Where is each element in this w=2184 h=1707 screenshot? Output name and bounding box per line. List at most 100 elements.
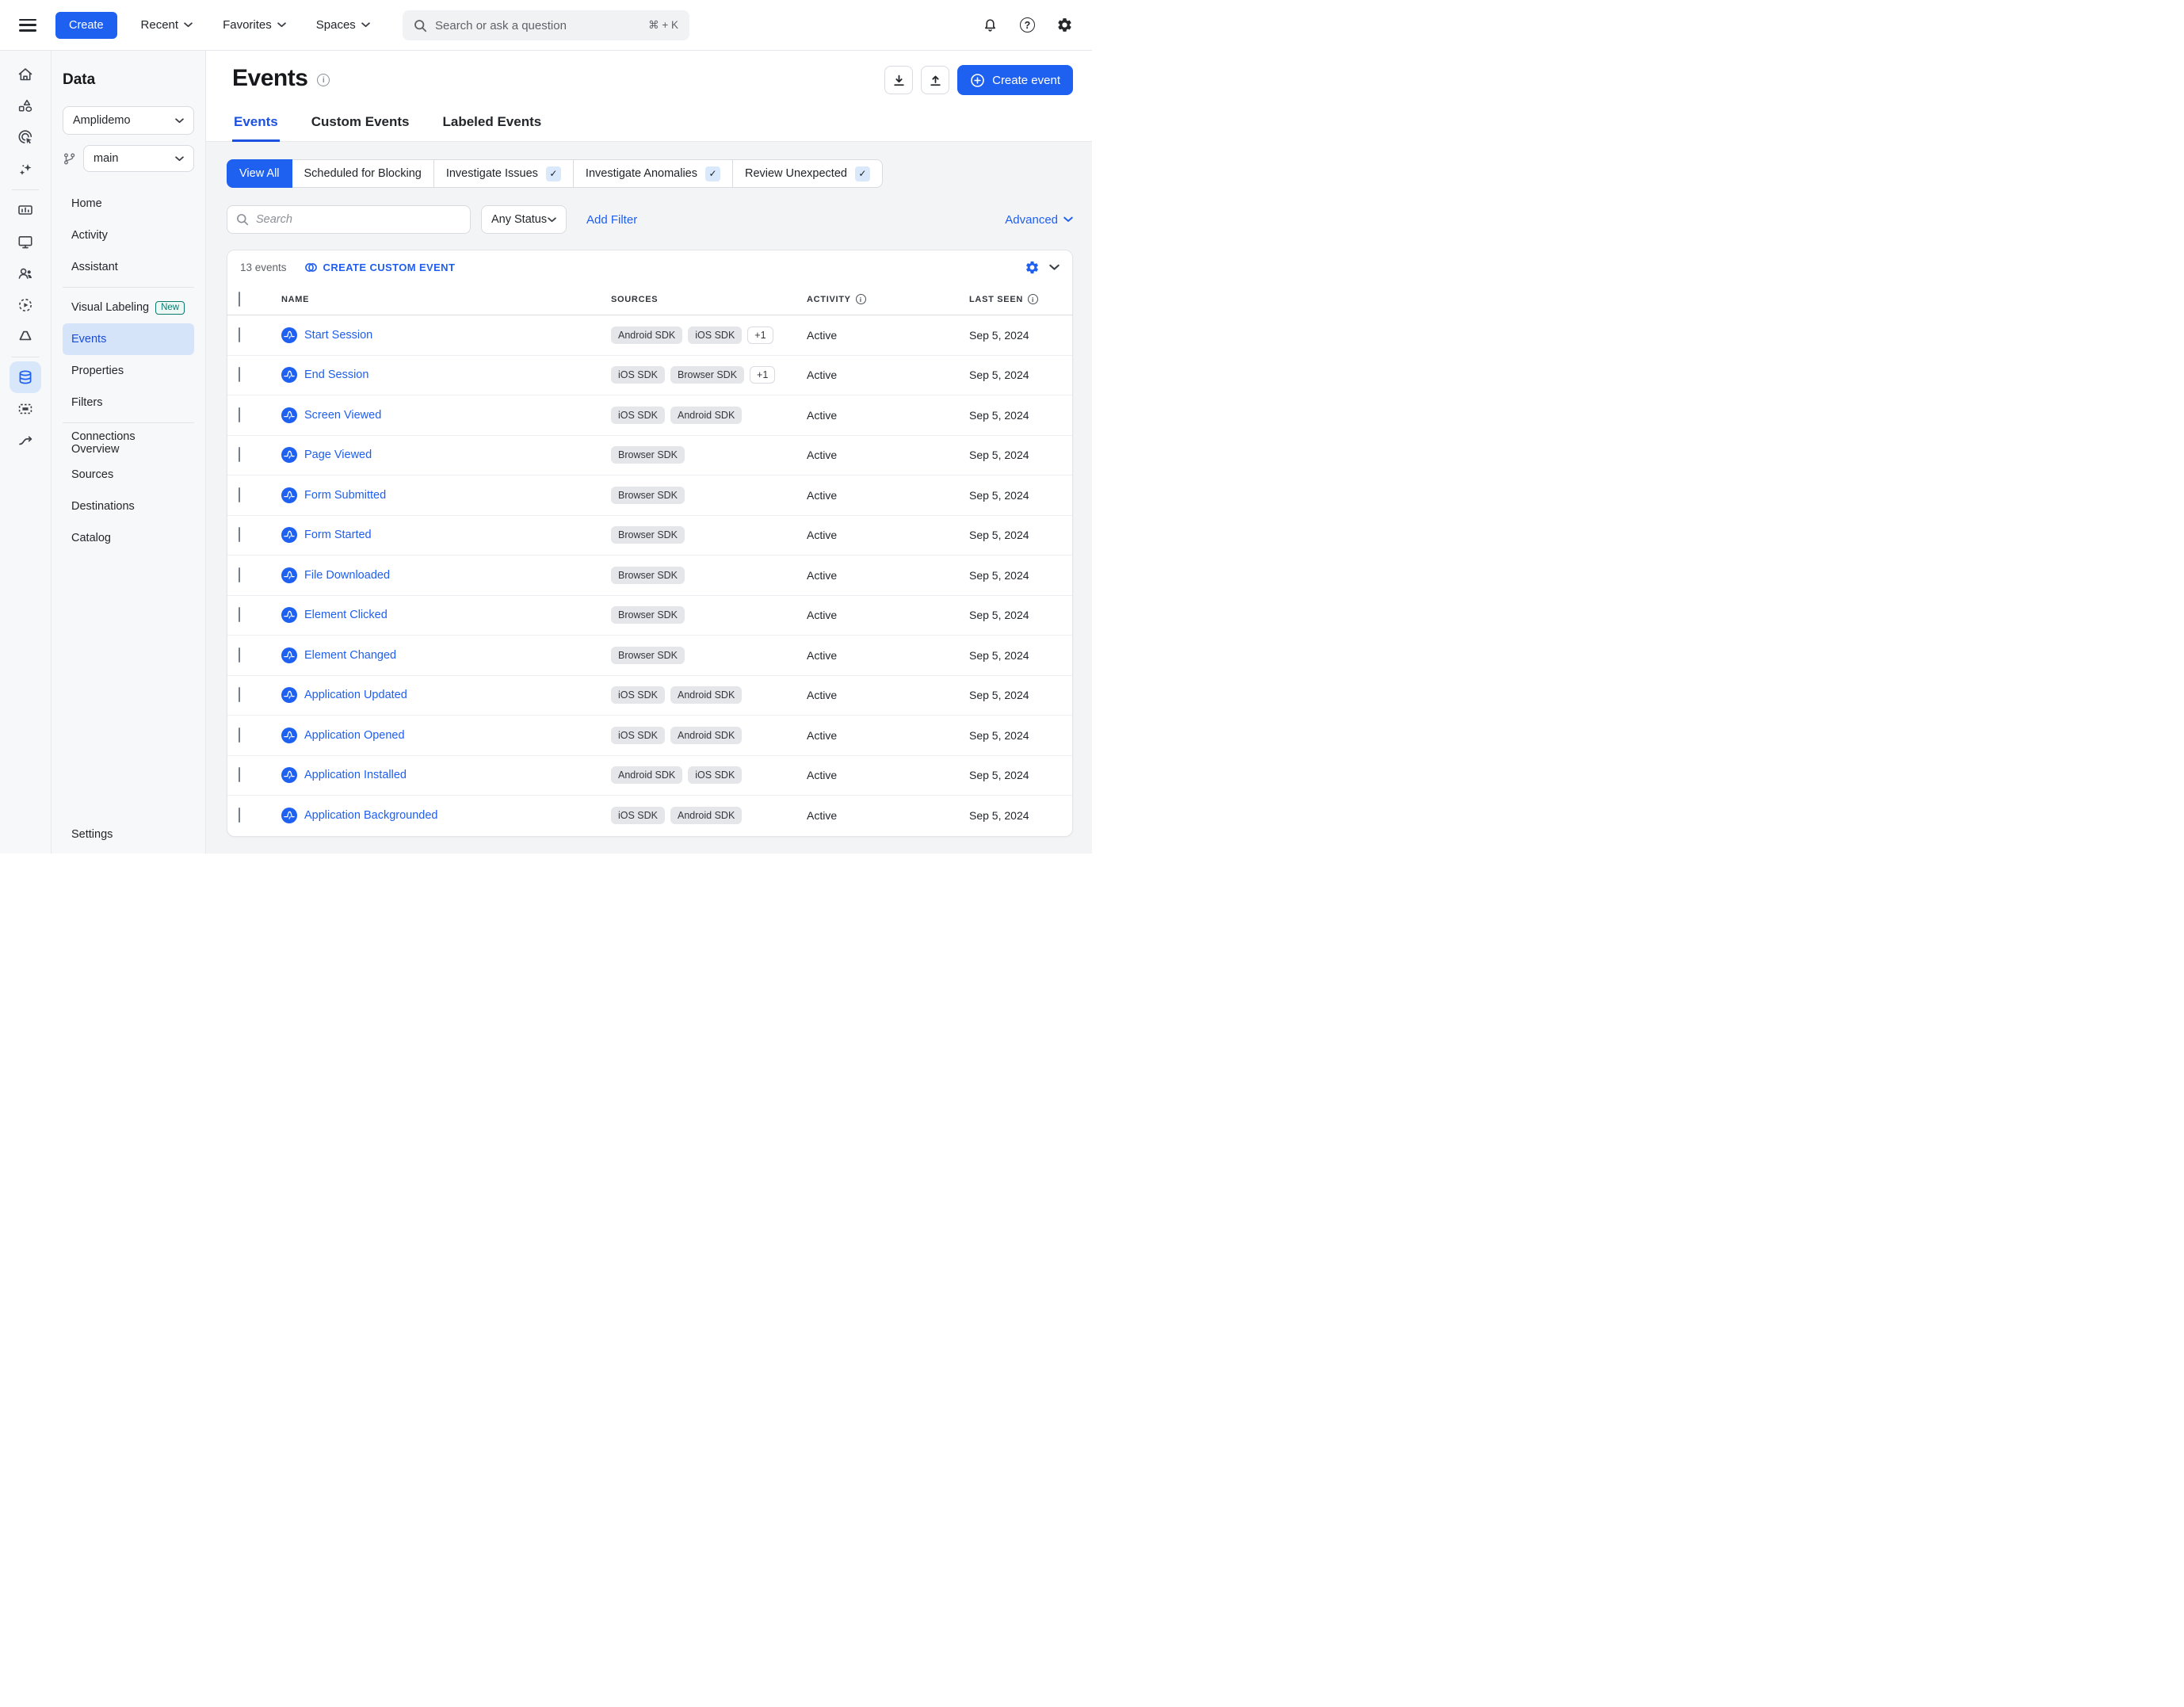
data-icon[interactable]	[10, 361, 41, 393]
event-name-link[interactable]: Form Submitted	[304, 489, 386, 502]
row-checkbox[interactable]	[239, 487, 240, 502]
row-checkbox[interactable]	[239, 447, 240, 463]
global-search-input[interactable]	[435, 18, 641, 32]
source-badge: iOS SDK	[611, 807, 666, 825]
segment-view-all[interactable]: View All	[227, 159, 292, 188]
info-icon[interactable]: i	[1028, 294, 1039, 304]
hamburger-menu-icon[interactable]	[19, 18, 36, 32]
sidebar-item-filters[interactable]: Filters	[63, 387, 194, 418]
create-custom-event-link[interactable]: CREATE CUSTOM EVENT	[304, 261, 456, 274]
objects-icon[interactable]	[10, 90, 41, 122]
row-checkbox[interactable]	[239, 687, 240, 703]
events-table-body: Start Session Android SDK iOS SDK +1 Activ…	[227, 315, 1072, 836]
help-icon[interactable]: ?	[1020, 17, 1035, 32]
menu-spaces[interactable]: Spaces	[316, 18, 370, 32]
sidebar-item-home[interactable]: Home	[63, 188, 194, 220]
chevron-down-icon[interactable]	[1049, 264, 1060, 271]
branch-selector[interactable]: main	[83, 145, 194, 172]
events-search[interactable]	[227, 205, 471, 234]
sidebar-item-sources[interactable]: Sources	[63, 459, 194, 491]
row-checkbox[interactable]	[239, 808, 240, 823]
upload-button[interactable]	[921, 66, 950, 94]
column-header-last-seen[interactable]: LAST SEEN i	[969, 294, 1060, 304]
event-name-link[interactable]: Application Updated	[304, 689, 407, 701]
create-button[interactable]: Create	[55, 11, 117, 39]
row-checkbox[interactable]	[239, 647, 240, 663]
event-name-link[interactable]: Start Session	[304, 329, 372, 342]
menu-favorites[interactable]: Favorites	[223, 18, 286, 32]
row-checkbox[interactable]	[239, 767, 240, 783]
sidebar-item-properties[interactable]: Properties	[63, 355, 194, 387]
event-name-link[interactable]: Screen Viewed	[304, 409, 381, 422]
session-replay-icon[interactable]	[10, 289, 41, 321]
event-name-link[interactable]: Application Backgrounded	[304, 809, 437, 822]
add-filter-link[interactable]: Add Filter	[586, 213, 637, 227]
info-icon[interactable]: i	[317, 74, 330, 86]
row-checkbox[interactable]	[239, 607, 240, 623]
chevron-down-icon	[184, 22, 193, 28]
sidebar-item-activity[interactable]: Activity	[63, 220, 194, 251]
download-button[interactable]	[884, 66, 914, 94]
event-name-link[interactable]: Application Opened	[304, 729, 405, 742]
sidebar-item-connections-overview[interactable]: Connections Overview	[63, 427, 194, 459]
event-name-link[interactable]: Form Started	[304, 529, 372, 541]
table-toolbar: 13 events CREATE CUSTOM EVENT	[227, 250, 1072, 284]
event-name-link[interactable]: End Session	[304, 369, 368, 381]
event-name-link[interactable]: Element Clicked	[304, 609, 388, 621]
row-checkbox[interactable]	[239, 327, 240, 342]
tab-custom-events[interactable]: Custom Events	[310, 108, 411, 142]
users-icon[interactable]	[10, 258, 41, 289]
select-all-checkbox[interactable]	[239, 291, 240, 307]
create-event-button[interactable]: Create event	[957, 65, 1073, 95]
row-checkbox[interactable]	[239, 407, 240, 422]
home-icon[interactable]	[10, 59, 41, 90]
more-sources-badge[interactable]: +1	[747, 326, 773, 344]
sidebar-item-events[interactable]: Events	[63, 323, 194, 355]
last-seen-cell: Sep 5, 2024	[969, 609, 1029, 622]
global-search[interactable]: ⌘ + K	[403, 10, 689, 40]
events-search-input[interactable]	[256, 213, 461, 226]
advanced-link[interactable]: Advanced	[1005, 213, 1073, 227]
sidebar-item-visual-labeling[interactable]: Visual Labeling New	[63, 292, 194, 323]
segment-investigate-issues[interactable]: Investigate Issues ✓	[433, 159, 574, 188]
event-name-link[interactable]: Page Viewed	[304, 449, 372, 461]
row-checkbox[interactable]	[239, 727, 240, 743]
displays-icon[interactable]	[10, 226, 41, 258]
segment-scheduled-for-blocking[interactable]: Scheduled for Blocking	[292, 159, 434, 188]
menu-recent[interactable]: Recent	[141, 18, 193, 32]
event-name-link[interactable]: Element Changed	[304, 649, 396, 662]
sidebar-item-destinations[interactable]: Destinations	[63, 491, 194, 522]
journeys-icon[interactable]	[10, 425, 41, 456]
settings-gear-icon[interactable]	[1056, 17, 1073, 33]
amplitude-event-icon	[281, 687, 297, 704]
dashboards-icon[interactable]	[10, 194, 41, 226]
sources-cell: Browser SDK	[611, 526, 807, 544]
ai-sparkles-icon[interactable]	[10, 154, 41, 185]
selection-frame-icon[interactable]	[10, 393, 41, 425]
tab-labeled-events[interactable]: Labeled Events	[441, 108, 544, 142]
status-filter-select[interactable]: Any Status	[481, 205, 567, 234]
column-header-activity[interactable]: ACTIVITY i	[807, 294, 969, 304]
event-name-link[interactable]: File Downloaded	[304, 569, 390, 582]
sidebar-item-catalog[interactable]: Catalog	[63, 522, 194, 554]
experiments-icon[interactable]	[10, 321, 41, 353]
column-header-sources[interactable]: SOURCES	[611, 295, 807, 304]
source-badge: iOS SDK	[688, 766, 743, 785]
column-header-name[interactable]: NAME	[281, 295, 611, 304]
row-checkbox[interactable]	[239, 367, 240, 383]
row-checkbox[interactable]	[239, 527, 240, 543]
table-settings-gear-icon[interactable]	[1025, 260, 1040, 275]
event-name-link[interactable]: Application Installed	[304, 769, 407, 781]
tab-events[interactable]: Events	[232, 108, 280, 142]
sidebar-item-settings[interactable]: Settings	[71, 828, 113, 841]
segment-investigate-anomalies[interactable]: Investigate Anomalies ✓	[573, 159, 733, 188]
more-sources-badge[interactable]: +1	[750, 366, 776, 384]
events-content: View All Scheduled for Blocking Investig…	[206, 142, 1092, 854]
notifications-bell-icon[interactable]	[982, 17, 998, 33]
info-icon[interactable]: i	[855, 294, 866, 304]
row-checkbox[interactable]	[239, 567, 240, 582]
project-selector[interactable]: Amplidemo	[63, 106, 194, 135]
sidebar-item-assistant[interactable]: Assistant	[63, 251, 194, 283]
segment-review-unexpected[interactable]: Review Unexpected ✓	[732, 159, 883, 188]
web-click-icon[interactable]	[10, 122, 41, 154]
